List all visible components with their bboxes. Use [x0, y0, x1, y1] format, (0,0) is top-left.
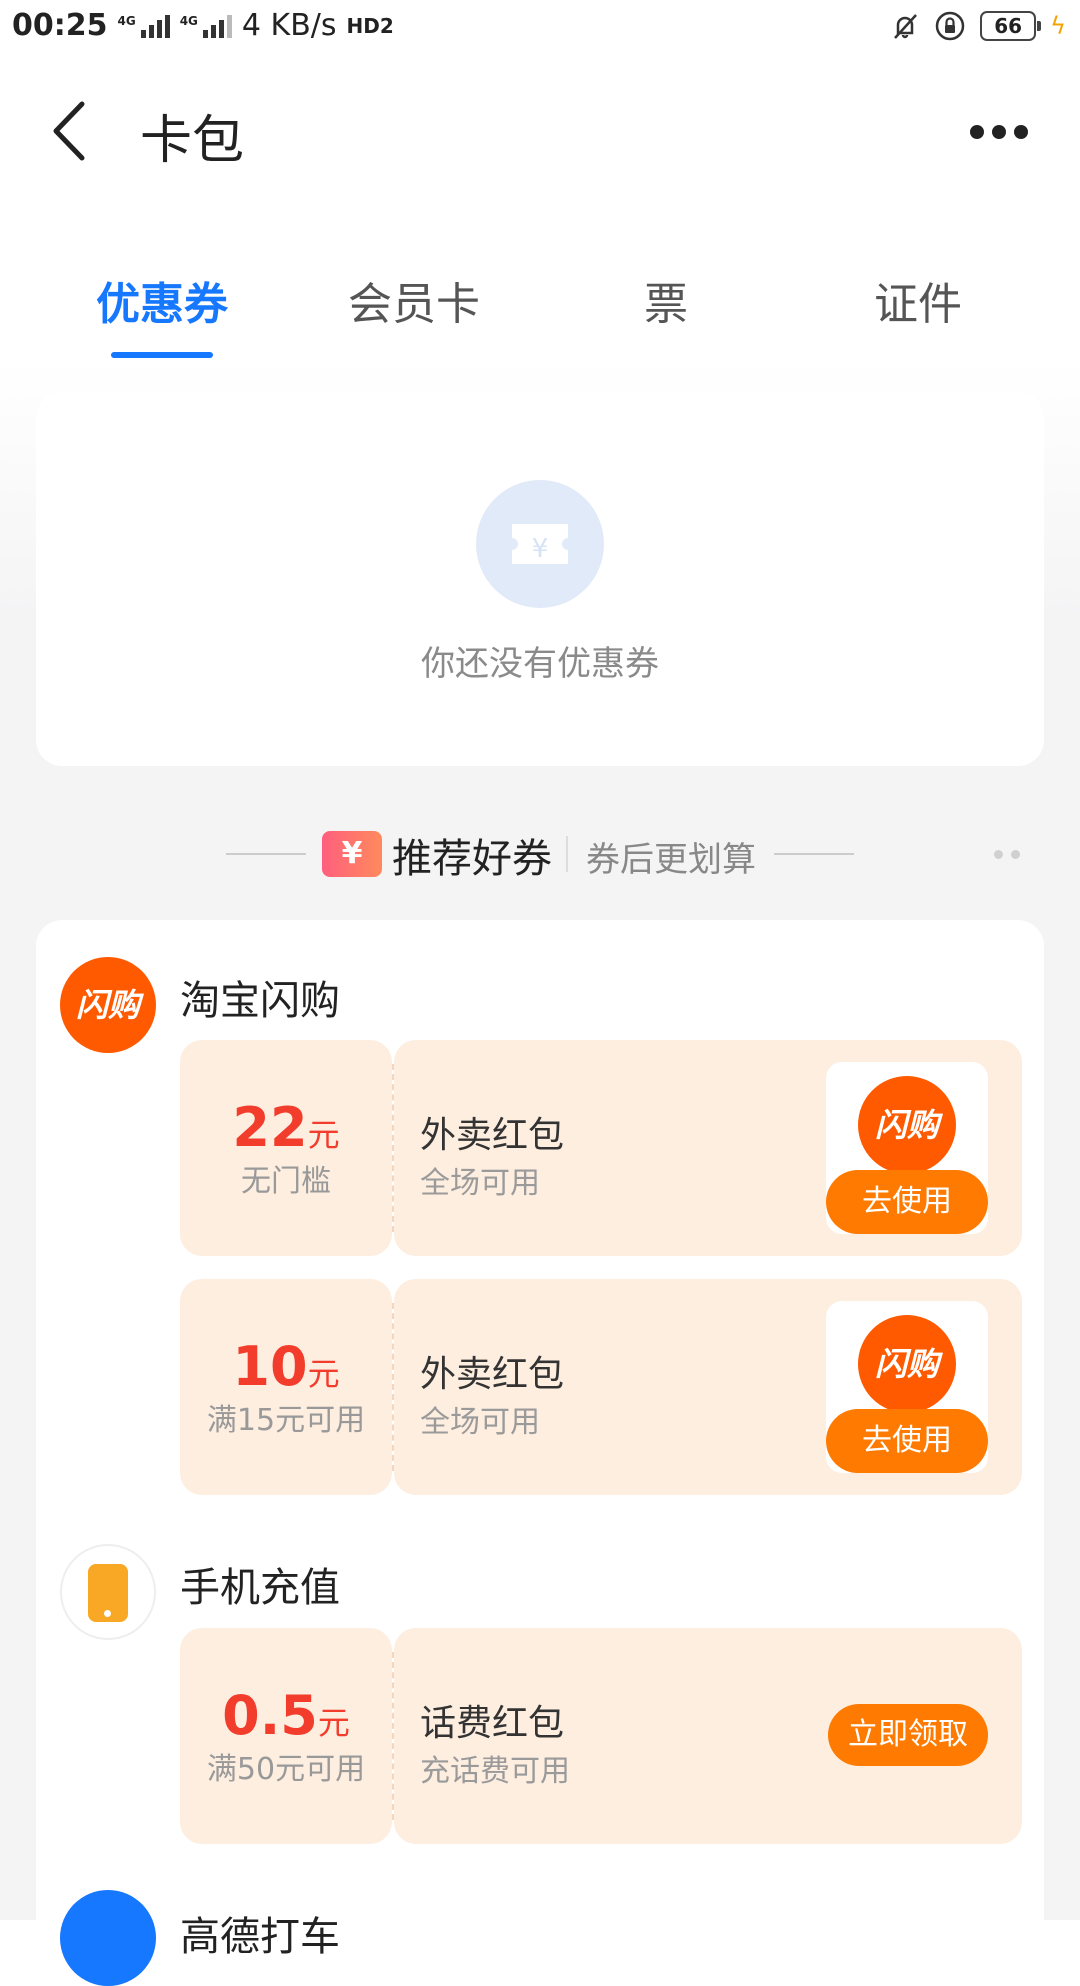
status-right: 66 ϟ	[890, 10, 1066, 42]
page-dots	[994, 850, 1020, 859]
empty-state-text: 你还没有优惠券	[421, 644, 659, 684]
coupon-amount: 22元	[232, 1096, 340, 1159]
divider	[566, 836, 568, 872]
more-dot-icon	[1014, 125, 1028, 139]
tab-tickets[interactable]: 票	[556, 268, 776, 332]
coupon-desc: 全场可用	[420, 1166, 540, 1201]
coupon-amount-panel: 10元 满15元可用	[180, 1279, 392, 1495]
signal-icon-2: 4G	[180, 14, 232, 38]
coupon-amount-panel: 22元 无门槛	[180, 1040, 392, 1256]
charging-icon: ϟ	[1050, 12, 1066, 40]
brand-name: 手机充值	[180, 1565, 340, 1611]
tab-coupons[interactable]: 优惠券	[52, 268, 272, 332]
shangou-logo-icon: 闪购	[858, 1076, 956, 1174]
coupon-condition: 满50元可用	[206, 1752, 366, 1787]
coupon-thumbnail: 闪购 去使用	[826, 1301, 988, 1473]
status-left: 00:25 4G 4G 4 KB/s HD2	[12, 8, 394, 43]
nav-bar: 卡包	[0, 70, 1080, 190]
coupon-info-panel: 话费红包 充话费可用 立即领取	[394, 1628, 1022, 1844]
empty-coupon-card: ¥ 你还没有优惠券	[36, 392, 1044, 766]
shangou-logo-icon: 闪购	[858, 1315, 956, 1413]
status-bar: 00:25 4G 4G 4 KB/s HD2 66 ϟ	[0, 0, 1080, 56]
recommend-list: 闪购 淘宝闪购 22元 无门槛 外卖红包 全场可用 闪购 去使用 10元 满15…	[36, 920, 1044, 1986]
mobile-phone-icon	[88, 1564, 128, 1622]
use-coupon-button[interactable]: 去使用	[826, 1409, 988, 1473]
coupon-item: 0.5元 满50元可用 话费红包 充话费可用 立即领取	[180, 1628, 1022, 1844]
coupon-title: 外卖红包	[420, 1115, 565, 1156]
back-button[interactable]	[44, 96, 104, 166]
tab-documents[interactable]: 证件	[808, 268, 1028, 332]
rotation-lock-icon	[935, 11, 965, 41]
divider-line	[226, 853, 306, 855]
coupon-item: 22元 无门槛 外卖红包 全场可用 闪购 去使用	[180, 1040, 1022, 1256]
more-dot-icon	[992, 125, 1006, 139]
ticket-yen-icon: ¥	[512, 524, 568, 564]
coupon-title: 话费红包	[420, 1703, 565, 1744]
tab-membership-cards[interactable]: 会员卡	[304, 268, 524, 332]
svg-text:¥: ¥	[532, 534, 549, 564]
signal-icon: 4G	[118, 14, 170, 38]
back-arrow-icon	[53, 101, 85, 161]
coupon-desc: 全场可用	[420, 1405, 540, 1440]
page-title: 卡包	[140, 111, 245, 171]
coupon-desc: 充话费可用	[420, 1754, 570, 1789]
taobao-shangou-logo: 闪购	[60, 957, 156, 1053]
hd-icon: HD2	[346, 13, 394, 38]
coupon-info-panel: 外卖红包 全场可用 闪购 去使用	[394, 1040, 1022, 1256]
divider-line	[774, 853, 854, 855]
use-coupon-button[interactable]: 去使用	[826, 1170, 988, 1234]
tab-bar: 优惠券 会员卡 票 证件	[0, 260, 1080, 370]
recommend-title: 推荐好券	[392, 836, 552, 882]
battery-icon: 66	[980, 11, 1042, 41]
active-tab-indicator	[111, 352, 213, 358]
coupon-condition: 无门槛	[241, 1164, 331, 1199]
coupon-amount-panel: 0.5元 满50元可用	[180, 1628, 392, 1844]
coupon-amount: 10元	[232, 1335, 340, 1398]
bell-muted-icon	[894, 14, 918, 39]
yen-badge-icon: ¥	[322, 831, 382, 877]
more-button[interactable]	[970, 112, 1040, 152]
coupon-amount: 0.5元	[222, 1684, 350, 1747]
phone-recharge-logo	[60, 1544, 156, 1640]
coupon-title: 外卖红包	[420, 1354, 565, 1395]
brand-name: 淘宝闪购	[180, 978, 340, 1024]
coupon-condition: 满15元可用	[206, 1403, 366, 1438]
coupon-item: 10元 满15元可用 外卖红包 全场可用 闪购 去使用	[180, 1279, 1022, 1495]
status-time: 00:25	[12, 8, 108, 43]
coupon-info-panel: 外卖红包 全场可用 闪购 去使用	[394, 1279, 1022, 1495]
gaode-taxi-logo	[60, 1890, 156, 1986]
coupon-thumbnail: 闪购 去使用	[826, 1062, 988, 1234]
empty-coupon-icon: ¥	[476, 480, 604, 608]
more-dot-icon	[970, 125, 984, 139]
net-speed: 4 KB/s	[241, 8, 337, 43]
claim-coupon-button[interactable]: 立即领取	[828, 1704, 988, 1766]
brand-name: 高德打车	[180, 1914, 340, 1960]
recommend-header: ¥ 推荐好券 券后更划算	[0, 822, 1080, 886]
recommend-subtitle: 券后更划算	[586, 840, 756, 880]
